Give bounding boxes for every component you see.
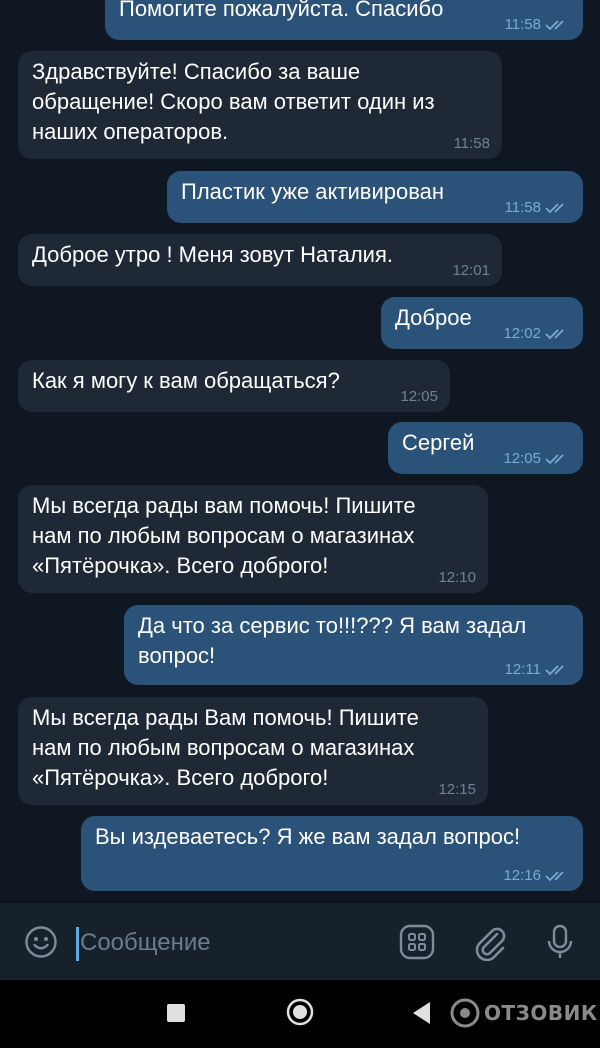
message-meta: 12:11 [505, 661, 571, 679]
message-time: 11:58 [453, 135, 490, 152]
message-text: Вы издеваетесь? Я же вам задал вопрос! [95, 824, 521, 849]
message-input[interactable]: Сообщение [80, 928, 211, 958]
message-meta: 11:58 [505, 199, 571, 217]
home-icon[interactable] [286, 998, 314, 1026]
message-time: 12:10 [438, 569, 476, 586]
watermark-logo-icon [450, 998, 480, 1028]
message-text: Как я могу к вам обращаться? [32, 368, 340, 393]
message-text: Здравствуйте! Спасибо за ваше обращение!… [32, 59, 435, 144]
message-meta: 11:58 [505, 16, 571, 34]
message-text: Помогите пожалуйста. Спасибо [119, 0, 444, 21]
message-bubble-outgoing[interactable]: Вы издеваетесь? Я же вам задал вопрос! 1… [81, 816, 583, 891]
watermark-text: ОТЗОВИК [484, 1001, 598, 1025]
emoji-icon[interactable] [24, 925, 58, 959]
message-time: 11:58 [504, 16, 541, 33]
message-bubble-incoming[interactable]: Мы всегда рады вам помочь! Пишите нам по… [18, 485, 488, 593]
message-time: 12:02 [503, 325, 541, 342]
message-time: 12:05 [400, 388, 438, 405]
message-time: 12:11 [504, 661, 541, 678]
message-text: Да что за сервис то!!!??? Я вам задал во… [138, 613, 527, 668]
message-time: 11:58 [504, 199, 541, 216]
message-bubble-incoming[interactable]: Мы всегда рады Вам помочь! Пишите нам по… [18, 697, 488, 805]
attach-icon[interactable] [471, 923, 509, 961]
message-time: 12:01 [452, 262, 490, 279]
sticker-icon[interactable] [398, 923, 436, 961]
message-bubble-incoming[interactable]: Здравствуйте! Спасибо за ваше обращение!… [18, 51, 502, 159]
message-text: Доброе [395, 305, 472, 330]
recents-icon[interactable] [167, 1004, 185, 1022]
message-text: Сергей [402, 430, 475, 455]
message-bubble-outgoing[interactable]: Сергей 12:05 [388, 422, 583, 474]
message-bubble-outgoing[interactable]: Доброе 12:02 [381, 297, 583, 349]
back-icon[interactable] [410, 1000, 432, 1026]
message-time: 12:15 [438, 781, 476, 798]
message-meta: 12:05 [503, 450, 571, 468]
message-meta: 12:10 [438, 569, 476, 587]
message-meta: 12:02 [503, 325, 571, 343]
message-meta: 12:16 [503, 867, 571, 885]
read-checkmarks-icon [545, 869, 571, 883]
text-cursor [76, 927, 79, 961]
message-text: Мы всегда рады Вам помочь! Пишите нам по… [32, 705, 419, 790]
watermark: ОТЗОВИК [450, 998, 598, 1028]
message-bubble-outgoing[interactable]: Да что за сервис то!!!??? Я вам задал во… [124, 605, 583, 685]
message-text: Доброе утро ! Меня зовут Наталия. [32, 242, 393, 267]
message-bubble-incoming[interactable]: Доброе утро ! Меня зовут Наталия. 12:01 [18, 234, 502, 286]
read-checkmarks-icon [545, 327, 571, 341]
read-checkmarks-icon [545, 452, 571, 466]
message-bubble-outgoing[interactable]: Помогите пожалуйста. Спасибо 11:58 [105, 0, 583, 40]
message-meta: 12:01 [452, 262, 490, 280]
read-checkmarks-icon [545, 663, 571, 677]
message-meta: 12:05 [400, 388, 438, 406]
message-text: Мы всегда рады вам помочь! Пишите нам по… [32, 493, 416, 578]
read-checkmarks-icon [545, 18, 571, 32]
message-meta: 11:58 [454, 135, 490, 153]
message-time: 12:16 [503, 867, 541, 884]
message-time: 12:05 [503, 450, 541, 467]
chat-history[interactable]: Помогите пожалуйста. Спасибо 11:58 Здрав… [0, 0, 600, 902]
message-text: Пластик уже активирован [181, 179, 445, 204]
message-meta: 12:15 [438, 781, 476, 799]
microphone-icon[interactable] [541, 923, 579, 961]
message-composer: Сообщение [0, 902, 600, 980]
read-checkmarks-icon [545, 201, 571, 215]
message-bubble-incoming[interactable]: Как я могу к вам обращаться? 12:05 [18, 360, 450, 412]
message-bubble-outgoing[interactable]: Пластик уже активирован 11:58 [167, 171, 583, 223]
